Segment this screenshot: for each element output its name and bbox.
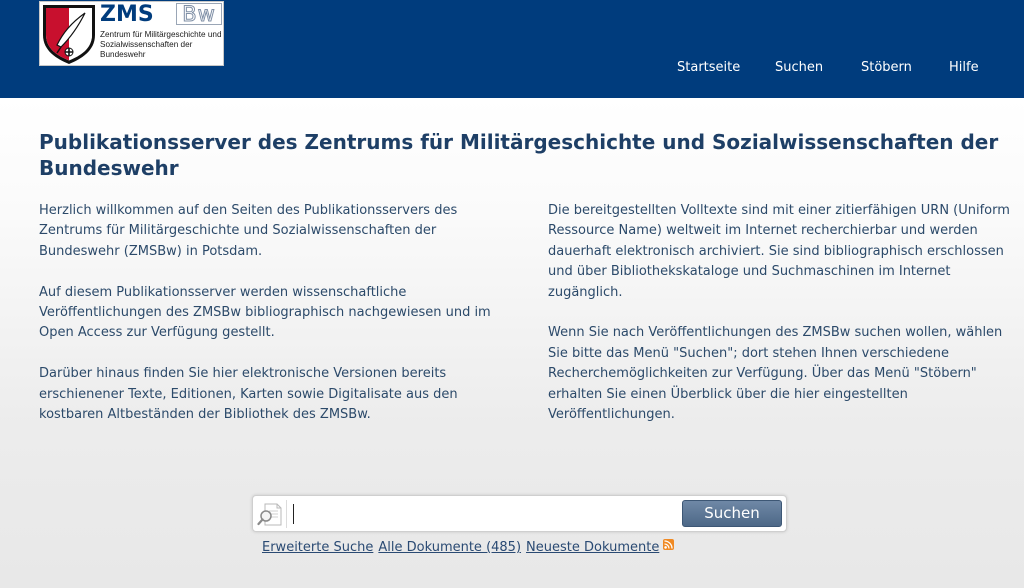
newest-documents-link[interactable]: Neueste Dokumente [526,540,659,555]
intro-left-column: Herzlich willkommen auf den Seiten des P… [39,201,509,446]
advanced-search-link[interactable]: Erweiterte Suche [262,540,373,555]
intro-paragraph: Wenn Sie nach Veröffentlichungen des ZMS… [548,325,1003,423]
search-links: Erweiterte Suche Alle Dokumente (485) Neue… [262,539,675,557]
intro-paragraph: Auf diesem Publikationsserver werden wis… [39,284,491,341]
intro-right-column: Die bereitgestellten Volltexte sind mit … [548,201,1018,446]
intro-paragraph: Die bereitgestellten Volltexte sind mit … [548,203,1010,300]
zmsbw-logo[interactable]: ZMS Bw Zentrum für Militärgeschichte und… [39,1,224,66]
page-title: Publikationsserver des Zentrums für Mili… [39,130,999,180]
logo-subtitle: Zentrum für Militärgeschichte und Sozial… [100,30,222,59]
intro-paragraph: Darüber hinaus finden Sie hier elektroni… [39,366,458,423]
search-bar: Suchen [252,495,787,532]
search-button[interactable]: Suchen [682,500,782,527]
intro-paragraph: Herzlich willkommen auf den Seiten des P… [39,203,458,259]
main-content: Publikationsserver des Zentrums für Mili… [0,98,1024,588]
search-divider [286,500,287,528]
search-input[interactable] [291,501,677,527]
site-header: ZMS Bw Zentrum für Militärgeschichte und… [0,0,1024,98]
nav-item-suchen[interactable]: Suchen [775,58,823,78]
shield-crest-icon [43,5,95,64]
nav-item-startseite[interactable]: Startseite [677,58,740,78]
nav-item-stoebern[interactable]: Stöbern [861,58,912,78]
text-caret [293,504,294,524]
magnifier-document-icon [257,503,282,526]
logo-brand: ZMS [100,2,154,27]
all-documents-link[interactable]: Alle Dokumente (485) [378,540,521,555]
rss-feed-icon[interactable] [663,539,675,550]
logo-brand-suffix: Bw [176,3,222,25]
nav-item-hilfe[interactable]: Hilfe [949,58,979,78]
